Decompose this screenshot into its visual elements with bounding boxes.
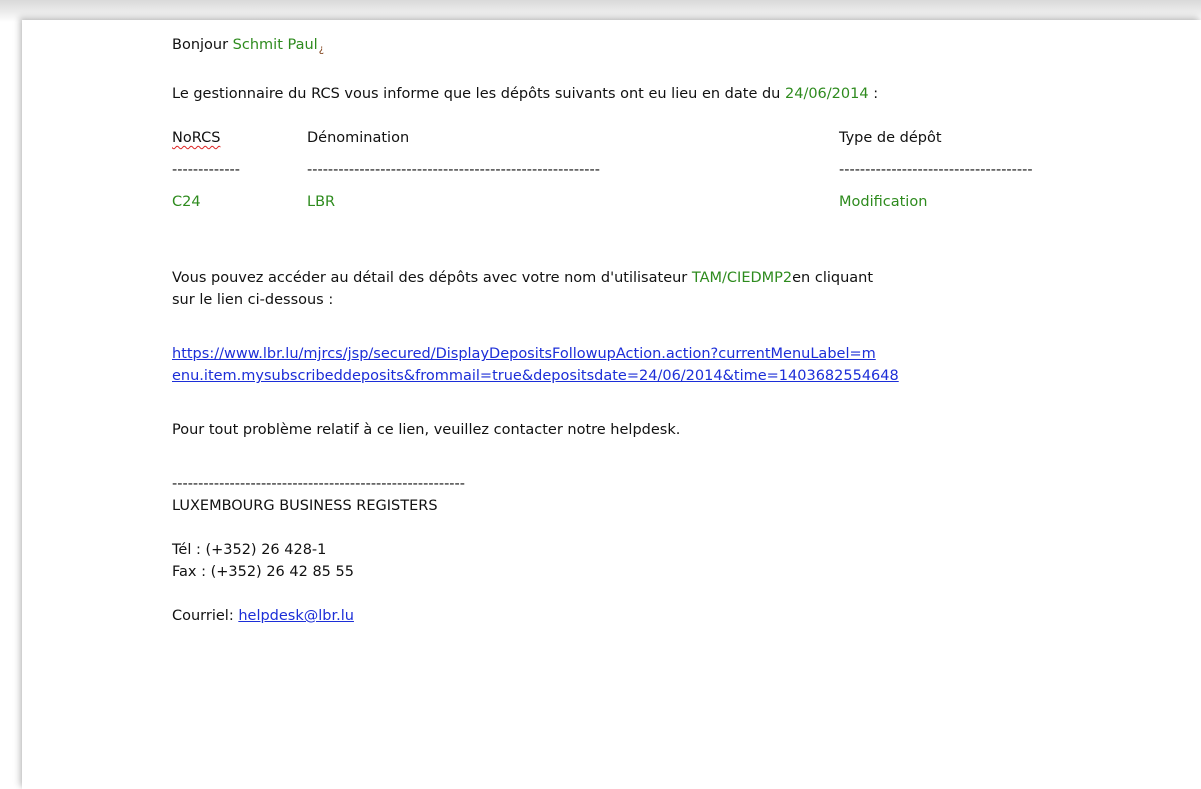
email-content: Bonjour Schmit Paul¿ Le gestionnaire du …	[172, 34, 1172, 627]
header-denomination: Dénomination	[307, 130, 410, 146]
paragraph-mark: ¿	[318, 44, 324, 55]
deposits-link-line-1: https://www.lbr.lu/mjrcs/jsp/secured/Dis…	[172, 343, 1172, 365]
separator-type-depot: -------------------------------------	[839, 162, 1033, 178]
separator-denomination: ----------------------------------------…	[307, 162, 601, 178]
helpdesk-email-link[interactable]: helpdesk@lbr.lu	[238, 608, 354, 624]
access-line-2: sur le lien ci-dessous :	[172, 292, 334, 308]
help-text: Pour tout problème relatif à ce lien, ve…	[172, 422, 681, 438]
cell-denomination: LBR	[307, 194, 336, 210]
header-norcs: NoRCS	[172, 130, 221, 146]
organization-name: LUXEMBOURG BUSINESS REGISTERS	[172, 498, 438, 514]
header-type-depot: Type de dépôt	[839, 130, 942, 146]
username: TAM/CIEDMP2	[691, 270, 793, 286]
telephone: Tél : (+352) 26 428-1	[172, 542, 327, 558]
greeting-line: Bonjour Schmit Paul¿	[172, 34, 1172, 61]
cell-type-depot: Modification	[839, 194, 928, 210]
deposits-link-line-2: enu.item.mysubscribeddeposits&frommail=t…	[172, 365, 1172, 387]
cell-norcs: C24	[172, 194, 201, 210]
intro-suffix: :	[873, 86, 879, 102]
access-suffix: en cliquant	[792, 270, 874, 286]
access-prefix: Vous pouvez accéder au détail des dépôts…	[172, 270, 688, 286]
intro-line: Le gestionnaire du RCS vous informe que …	[172, 83, 1172, 105]
email-line: Courriel: helpdesk@lbr.lu	[172, 605, 1172, 627]
email-label: Courriel:	[172, 608, 234, 624]
table-row: C24 LBR Modification	[172, 191, 1172, 213]
signature-separator: ----------------------------------------…	[172, 476, 466, 492]
intro-text: Le gestionnaire du RCS vous informe que …	[172, 86, 781, 102]
deposits-link-part-2[interactable]: enu.item.mysubscribeddeposits&frommail=t…	[172, 368, 899, 384]
email-body: Bonjour Schmit Paul¿ Le gestionnaire du …	[22, 20, 1201, 789]
deposits-link-part-1[interactable]: https://www.lbr.lu/mjrcs/jsp/secured/Dis…	[172, 346, 876, 362]
deposit-date: 24/06/2014	[785, 86, 869, 102]
fax: Fax : (+352) 26 42 85 55	[172, 564, 354, 580]
greeting-prefix: Bonjour	[172, 37, 229, 53]
recipient-name: Schmit Paul	[232, 37, 318, 53]
separator-norcs: -------------	[172, 162, 241, 178]
table-header-row: NoRCS Dénomination Type de dépôt	[172, 127, 1172, 149]
access-line-1: Vous pouvez accéder au détail des dépôts…	[172, 267, 1172, 289]
table-separator-row: ------------- --------------------------…	[172, 159, 1172, 181]
